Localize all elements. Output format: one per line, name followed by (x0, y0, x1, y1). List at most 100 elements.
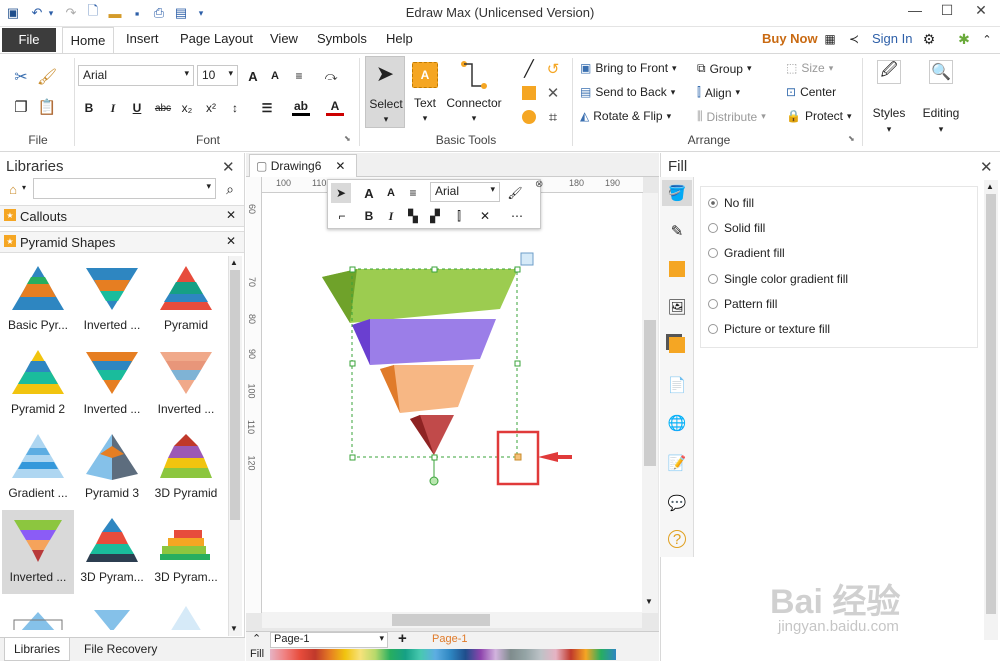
scroll-down-icon[interactable]: ▼ (645, 597, 653, 606)
connector-tool-button[interactable]: Connector ▾ (444, 56, 504, 128)
text-tool-button[interactable]: A Text ▾ (409, 56, 441, 128)
close-icon[interactable]: ✕ (335, 159, 345, 173)
close-icon[interactable]: ✕ (222, 158, 235, 176)
shape-3d-pyramid-3[interactable]: 3D Pyram... (150, 508, 222, 590)
mini-font-select[interactable]: Arial ▾ (430, 182, 500, 202)
ellipse-tool-icon[interactable] (519, 108, 539, 126)
bold-button[interactable]: B (80, 99, 98, 117)
scroll-up-icon[interactable]: ▲ (230, 258, 238, 267)
arc-tool-icon[interactable]: ↺ (543, 60, 563, 78)
align-button[interactable]: ⫿ Align ▾ (697, 85, 740, 100)
collapse-up-icon[interactable]: ⌃ (252, 632, 261, 645)
size-button[interactable]: ⬚ Size ▾ (786, 61, 833, 75)
tab-view[interactable]: View (270, 31, 298, 46)
font-size-select[interactable]: 10 ▾ (197, 65, 238, 86)
library-section-callouts[interactable]: Callouts (0, 205, 244, 227)
group-button[interactable]: ⧉ Group ▾ (697, 61, 751, 76)
italic-button[interactable]: I (104, 99, 122, 117)
resize-handle[interactable] (514, 266, 521, 273)
close-icon[interactable]: ✕ (980, 158, 993, 176)
inverted-pyramid-drawing[interactable] (262, 193, 642, 613)
dialog-launcher-icon[interactable]: ⬊ (344, 134, 351, 143)
fill-option-picture-texture[interactable]: Picture or texture fill (708, 322, 830, 336)
fill-option-single-color-gradient[interactable]: Single color gradient fill (708, 272, 848, 286)
distribute-button[interactable]: ⫼ Distribute ▾ (697, 109, 766, 124)
tab-insert[interactable]: Insert (126, 31, 159, 46)
document-properties-icon[interactable]: 📄 (666, 374, 688, 396)
fill-option-pattern-fill[interactable]: Pattern fill (708, 297, 777, 311)
share-icon[interactable]: ≺ (846, 31, 862, 47)
font-color-icon[interactable]: A (326, 98, 344, 116)
line-tool-icon[interactable]: ╱ (519, 60, 539, 78)
strikethrough-button[interactable]: abc (152, 99, 174, 117)
resize-handle-corner[interactable] (514, 453, 522, 461)
shadow-icon[interactable] (666, 258, 688, 280)
tools-icon[interactable]: ✕ (476, 207, 494, 225)
pointer-arrow-icon[interactable]: ➤ (331, 183, 351, 203)
resize-handle[interactable] (431, 266, 438, 273)
library-search-input[interactable]: ▾ (33, 178, 216, 199)
fill-panel-scroll-thumb[interactable] (986, 194, 996, 614)
page-selector[interactable]: Page-1 ▾ (270, 632, 388, 648)
tab-page-layout[interactable]: Page Layout (180, 31, 253, 46)
close-icon[interactable]: ⊗ (535, 179, 543, 190)
protect-button[interactable]: 🔒 Protect ▾ (786, 109, 852, 123)
format-painter-icon[interactable]: 🖌 (506, 184, 524, 202)
fill-option-no-fill[interactable]: No fill (708, 196, 754, 210)
scroll-down-icon[interactable]: ▼ (230, 624, 238, 633)
shape-basic-pyramid[interactable]: Basic Pyr... (2, 256, 74, 338)
cut-icon[interactable]: ✂ (10, 66, 32, 88)
font-family-select[interactable]: Arial ▾ (78, 65, 194, 86)
canvas-horizontal-scroll-thumb[interactable] (392, 614, 490, 626)
shape-inverted-pyramid-3[interactable]: Inverted ... (150, 340, 222, 422)
tab-drawing6[interactable]: ▢ Drawing6 ✕ (249, 154, 357, 177)
close-window-button[interactable]: ✕ (966, 2, 996, 24)
tab-libraries[interactable]: Libraries (4, 638, 70, 661)
editing-button[interactable]: 🔍 Editing ▾ (916, 58, 966, 138)
line-style-icon[interactable]: ✎ (666, 220, 688, 242)
resize-handle[interactable] (514, 360, 521, 367)
shape-pyramid[interactable]: Pyramid (150, 256, 222, 338)
italic-button[interactable]: I (382, 207, 400, 225)
shrink-font-button[interactable]: A (266, 67, 284, 85)
rectangle-tool-icon[interactable] (519, 84, 539, 102)
fill-option-solid-fill[interactable]: Solid fill (708, 221, 765, 235)
library-scroll-thumb[interactable] (230, 270, 240, 520)
shape-gradient-pyramid[interactable]: Gradient ... (2, 424, 74, 506)
align-distribute-icon[interactable]: ⫿ (450, 207, 468, 225)
bring-to-front-button[interactable]: ▣ Bring to Front ▾ (580, 61, 677, 75)
format-painter-icon[interactable]: 🖌 (36, 66, 58, 88)
image-icon[interactable]: 🖼 (666, 296, 688, 318)
send-backward-icon[interactable]: ▞ (426, 207, 444, 225)
subscript-button[interactable]: x₂ (178, 99, 196, 117)
gift-icon[interactable]: ▦ (822, 31, 838, 47)
scroll-up-icon[interactable]: ▲ (986, 182, 994, 191)
cross-tool-icon[interactable]: ✕ (543, 84, 563, 102)
rotate-flip-button[interactable]: ◭ Rotate & Flip ▾ (580, 109, 671, 123)
shrink-font-button[interactable]: A (382, 184, 400, 202)
notes-icon[interactable]: 📝 (666, 452, 688, 474)
shape-inverted-3d-pyramid[interactable]: Inverted ... (2, 508, 74, 590)
fill-option-gradient-fill[interactable]: Gradient fill (708, 246, 785, 260)
sign-in-link[interactable]: Sign In (872, 31, 912, 46)
close-icon[interactable]: ✕ (226, 208, 236, 222)
floating-action-icon[interactable] (520, 252, 534, 266)
center-button[interactable]: ⊡ Center (786, 85, 836, 99)
paste-icon[interactable]: 📋 (36, 96, 58, 118)
resize-handle[interactable] (349, 454, 356, 461)
comment-icon[interactable]: 💬 (666, 492, 688, 514)
maximize-button[interactable]: ☐ (932, 2, 962, 24)
canvas-vertical-scroll-thumb[interactable] (644, 320, 656, 466)
shape-inverted-pyramid-2[interactable]: Inverted ... (76, 340, 148, 422)
tab-page-1[interactable]: Page-1 (432, 633, 467, 645)
shape-inverted-pyramid-list[interactable] (76, 594, 148, 630)
line-spacing-icon[interactable]: ↕ (226, 99, 244, 117)
rotation-handle[interactable] (429, 476, 439, 486)
resize-handle[interactable] (349, 360, 356, 367)
minimize-button[interactable]: — (900, 2, 930, 24)
text-rotate-icon[interactable]: ⤼ (322, 67, 340, 85)
color-palette[interactable] (270, 649, 616, 660)
resize-handle[interactable] (349, 266, 356, 273)
shape-pyramid-list[interactable] (2, 594, 74, 630)
help-icon[interactable]: ? (668, 530, 686, 548)
